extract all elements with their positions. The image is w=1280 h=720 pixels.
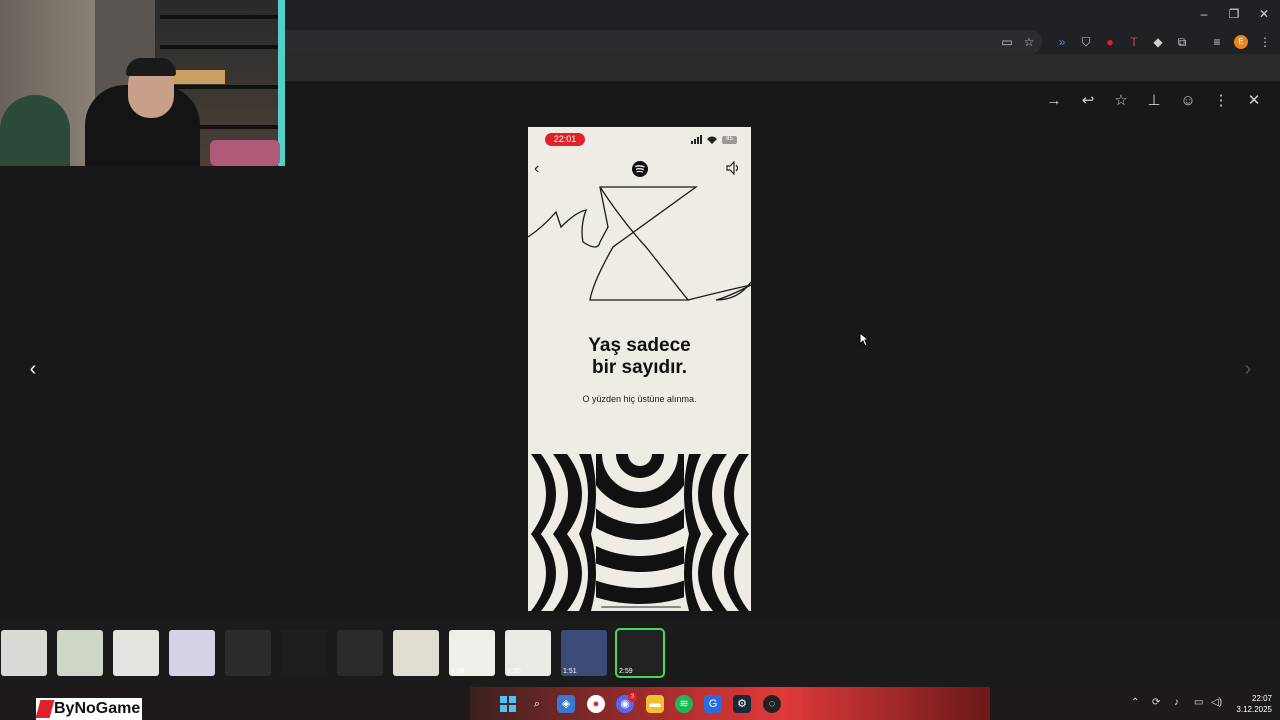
translate-extension-icon[interactable]: T xyxy=(1125,34,1143,50)
bookmark-star-icon[interactable]: ☆ xyxy=(1020,34,1038,50)
filmstrip-thumbnail[interactable]: 1:30 xyxy=(505,630,551,676)
network-icon[interactable]: ▭ xyxy=(1194,697,1203,708)
hourglass-drawing xyxy=(528,186,751,301)
filmstrip-thumbnail[interactable] xyxy=(225,630,271,676)
close-icon[interactable]: ✕ xyxy=(1244,92,1264,110)
thumbnail-duration: 1:06 xyxy=(451,668,465,675)
concentric-pattern xyxy=(531,454,749,611)
minimize-button[interactable]: – xyxy=(1196,6,1212,22)
tray-chevron-icon[interactable]: ⌃ xyxy=(1131,697,1139,708)
next-button[interactable]: › xyxy=(1239,359,1257,379)
filmstrip-thumbnail[interactable]: 1:51 xyxy=(561,630,607,676)
browser-menu-icon[interactable]: ⋮ xyxy=(1256,34,1274,50)
thumbnail-duration: 1:51 xyxy=(563,668,577,675)
pin-icon[interactable]: ⊥ xyxy=(1144,92,1164,110)
copilot-icon[interactable]: ◈ xyxy=(557,695,575,713)
search-icon[interactable]: ⌕ xyxy=(528,695,546,713)
notification-badge: 3 xyxy=(628,693,637,702)
puzzle-icon[interactable]: ⧉ xyxy=(1173,34,1191,50)
headline-line-2: bir sayıdır. xyxy=(591,357,688,378)
thumbnail-duration: 2:59 xyxy=(619,668,633,675)
filmstrip-thumbnail-selected[interactable]: 2:59 xyxy=(615,628,665,678)
mouse-cursor xyxy=(859,332,869,347)
forward-icon[interactable]: → xyxy=(1044,92,1064,110)
taskbar xyxy=(0,687,1280,720)
windows-start-icon[interactable] xyxy=(499,695,517,713)
headline-line-1: Yaş sadece xyxy=(588,335,691,356)
diamond-extension-icon[interactable]: ◆ xyxy=(1149,34,1167,50)
filmstrip-thumbnail[interactable] xyxy=(1,630,47,676)
close-window-button[interactable]: ✕ xyxy=(1256,6,1272,22)
webcam-overlay xyxy=(0,0,285,166)
volume-icon[interactable]: ◁) xyxy=(1211,697,1222,708)
clock-time: 22:07 xyxy=(1251,694,1272,703)
extension-icon[interactable]: » xyxy=(1053,34,1071,50)
emoji-icon[interactable]: ☺ xyxy=(1178,92,1198,110)
headline: Yaş sadece bir sayıdır. xyxy=(528,335,751,379)
media-control-icon[interactable]: ≡ xyxy=(1208,34,1226,50)
steam-icon[interactable]: ⚙ xyxy=(733,695,751,713)
battery-level: 85 xyxy=(726,136,733,142)
status-time: 22:01 xyxy=(545,133,585,146)
obs-icon[interactable]: ◌ xyxy=(763,695,781,713)
file-explorer-icon[interactable]: ▬ xyxy=(646,695,664,713)
reply-icon[interactable]: ↩ xyxy=(1078,92,1098,110)
sound-icon xyxy=(726,161,739,175)
chrome-icon[interactable]: ● xyxy=(587,695,605,713)
record-extension-icon[interactable]: ● xyxy=(1101,34,1119,50)
filmstrip-thumbnail[interactable]: 1:06 xyxy=(449,630,495,676)
filmstrip-thumbnail[interactable] xyxy=(113,630,159,676)
profile-avatar[interactable]: E xyxy=(1234,35,1248,49)
shield-extension-icon[interactable]: ⛉ xyxy=(1077,34,1095,50)
bynogame-logo: ByNoGame xyxy=(35,698,142,720)
filmstrip-thumbnail[interactable] xyxy=(281,630,327,676)
system-clock[interactable]: 22:07 3.12.2025 xyxy=(1226,693,1272,715)
brand-text: ByNoGame xyxy=(54,700,141,717)
more-icon[interactable]: ⋮ xyxy=(1211,92,1231,110)
address-bar[interactable] xyxy=(282,30,1042,54)
spotify-icon[interactable]: ≋ xyxy=(675,695,693,713)
filmstrip-thumbnail[interactable] xyxy=(393,630,439,676)
back-icon: ‹ xyxy=(534,160,540,177)
subtitle: O yüzden hiç üstüne alınma. xyxy=(582,394,697,404)
thumbnail-duration: 1:30 xyxy=(507,668,521,675)
filmstrip-thumbnail[interactable] xyxy=(57,630,103,676)
microphone-icon[interactable]: ♪ xyxy=(1174,697,1179,708)
sync-icon[interactable]: ⟳ xyxy=(1152,697,1160,708)
restore-button[interactable]: ❐ xyxy=(1226,6,1242,22)
filmstrip-thumbnail[interactable] xyxy=(169,630,215,676)
app-icon[interactable]: G xyxy=(704,695,722,713)
star-icon[interactable]: ☆ xyxy=(1111,92,1131,110)
cast-icon[interactable]: ▭ xyxy=(998,34,1016,50)
previous-button[interactable]: ‹ xyxy=(24,359,42,379)
story-image: 22:01 85 ‹ Yaş sadece bir sayıdır. O yüz… xyxy=(528,127,751,611)
filmstrip-thumbnail[interactable] xyxy=(337,630,383,676)
spotify-logo-icon xyxy=(632,161,648,177)
clock-date: 3.12.2025 xyxy=(1236,705,1272,714)
